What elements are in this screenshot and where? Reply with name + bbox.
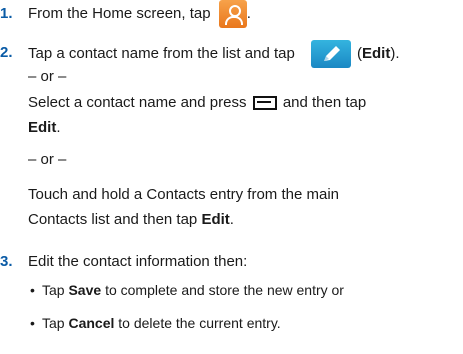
step-3-line: Edit the contact information then: xyxy=(28,253,248,270)
cancel-label: Cancel xyxy=(68,315,115,331)
edit-label: Edit xyxy=(362,45,391,62)
bullet: • xyxy=(30,282,35,298)
step-1-line: From the Home screen, tap . xyxy=(28,0,251,29)
list-item: Tap Save to complete and store the new e… xyxy=(42,282,344,298)
step-text: . xyxy=(56,119,61,136)
edit-label: Edit xyxy=(201,211,230,228)
contacts-icon xyxy=(218,0,247,29)
step-2-line-5: Contacts list and then tap Edit. xyxy=(28,211,234,228)
step-3: 3. Edit the contact information then: • … xyxy=(0,253,463,353)
list-item: Tap Cancel to delete the current entry. xyxy=(42,315,281,331)
step-2-line-4: Touch and hold a Contacts entry from the… xyxy=(28,186,340,203)
step-number: 2. xyxy=(0,44,13,61)
or-separator: – or – xyxy=(28,68,67,85)
step-text: . xyxy=(246,5,251,22)
step-2: 2. Tap a contact name from the list and … xyxy=(0,36,463,236)
step-text: Tap xyxy=(42,315,65,331)
step-text: and then tap xyxy=(282,94,367,111)
bullet: • xyxy=(30,315,35,331)
or-separator: – or – xyxy=(28,151,67,168)
step-number: 1. xyxy=(0,5,13,22)
step-text: Select a contact name and press xyxy=(28,94,247,111)
step-1: 1. From the Home screen, tap . xyxy=(0,0,463,30)
step-text: Contacts list and then tap xyxy=(28,211,198,228)
step-text: From the Home screen, tap xyxy=(28,5,211,22)
step-text: to complete and store the new entry or xyxy=(105,282,344,298)
step-text: to delete the current entry. xyxy=(118,315,281,331)
step-text: Tap xyxy=(42,282,65,298)
edit-label: Edit xyxy=(28,119,57,136)
instruction-document: 1. From the Home screen, tap . 2. Tap a … xyxy=(0,0,463,354)
step-number: 3. xyxy=(0,253,13,270)
save-label: Save xyxy=(68,282,102,298)
menu-icon xyxy=(252,96,277,111)
step-text: . xyxy=(229,211,234,228)
step-2-line-3: Edit. xyxy=(28,119,61,136)
step-2-line-2: Select a contact name and press and then… xyxy=(28,94,366,111)
step-text: ). xyxy=(390,45,400,62)
step-text: Tap a contact name from the list and tap xyxy=(28,45,295,62)
step-2-line-1: Tap a contact name from the list and tap… xyxy=(28,36,400,72)
edit-pencil-icon xyxy=(311,40,351,69)
